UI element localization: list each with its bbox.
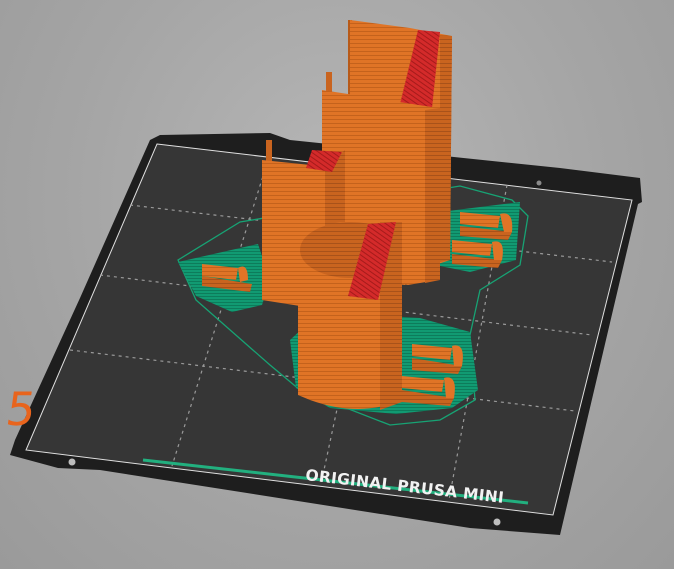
3d-preview-viewport[interactable]: 5 ORIGINAL PRUSA MINI	[0, 0, 674, 569]
bed-hole-left	[68, 458, 76, 466]
part-front-cylinder[interactable]	[298, 222, 402, 410]
scene-canvas[interactable]: 5 ORIGINAL PRUSA MINI	[0, 0, 674, 569]
bed-hole-right	[493, 518, 501, 526]
bed-hole-top	[536, 180, 542, 186]
